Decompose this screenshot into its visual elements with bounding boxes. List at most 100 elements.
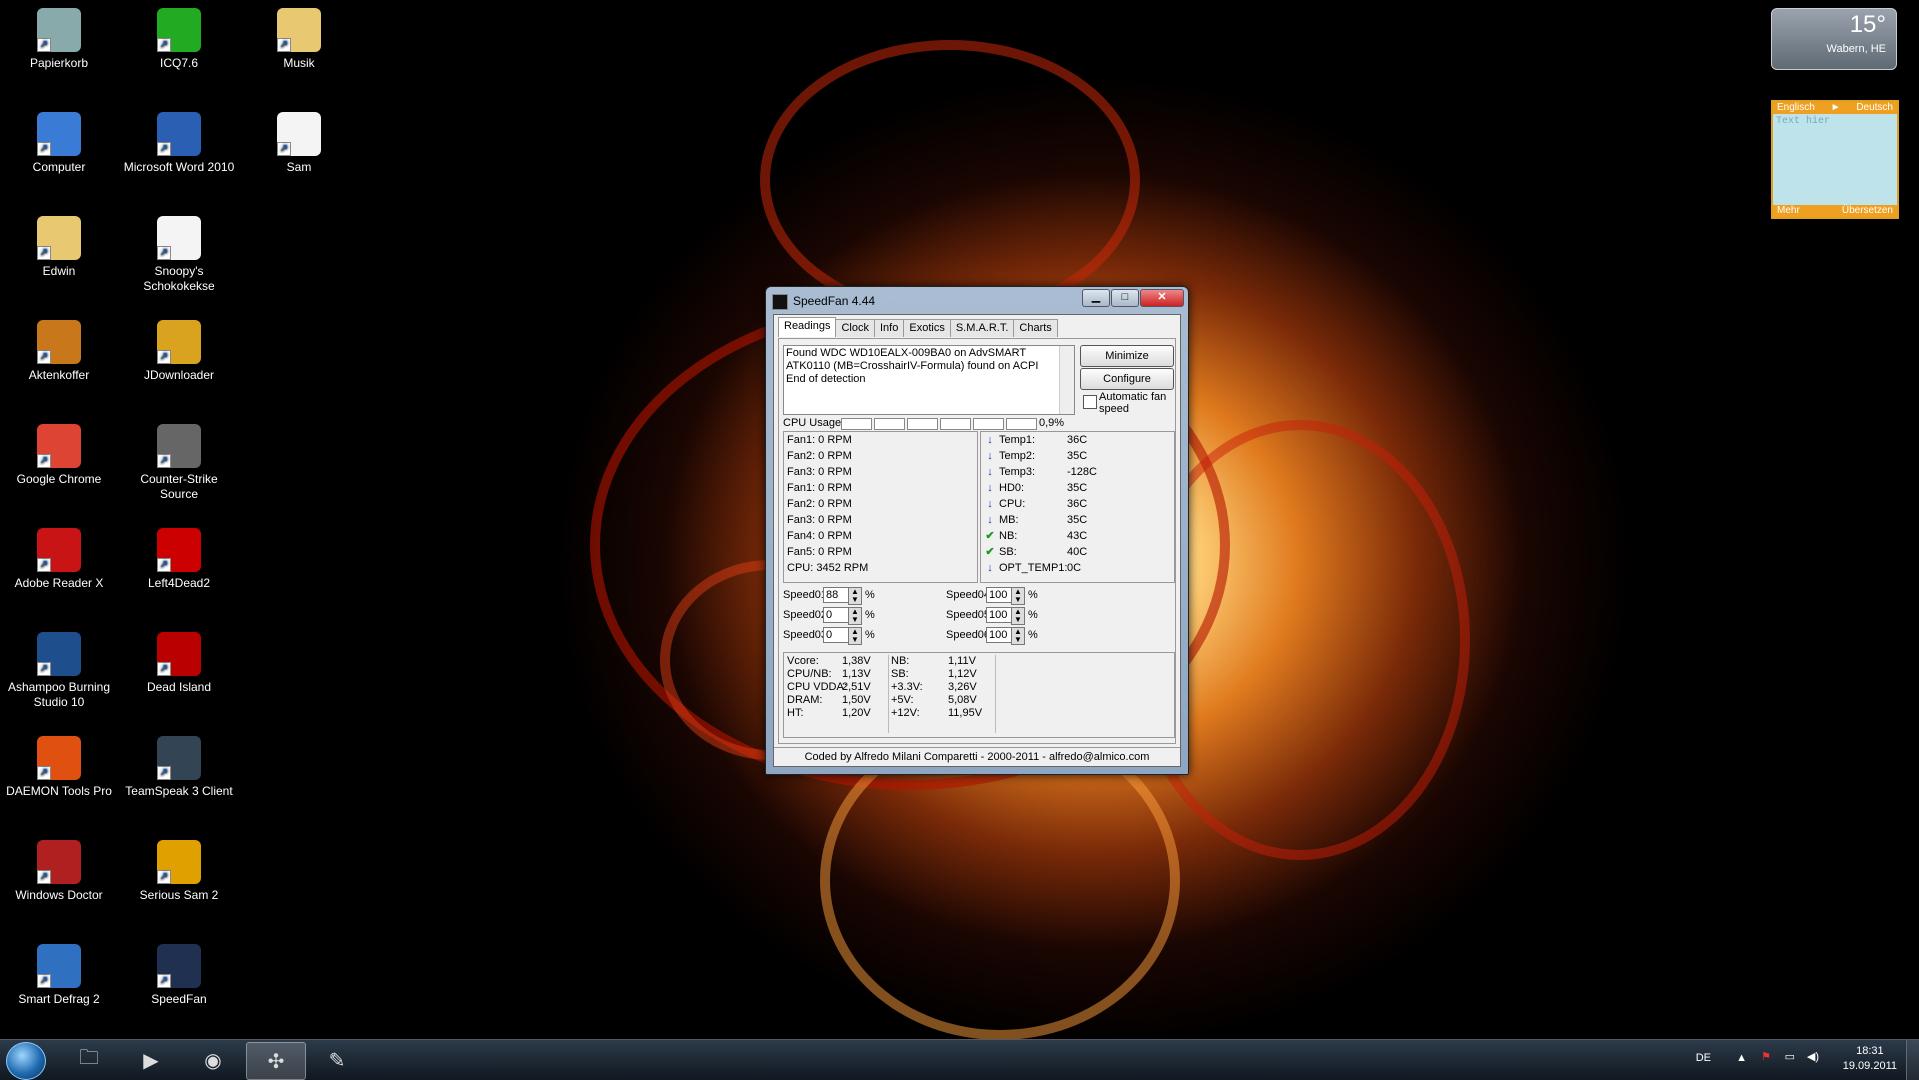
taskbar-chrome-button[interactable]: ◉ (184, 1042, 242, 1078)
minimize-button[interactable]: Minimize (1080, 345, 1174, 367)
desktop-icon[interactable]: ↗ SpeedFan (120, 938, 238, 1007)
translator-from[interactable]: Englisch (1777, 102, 1815, 114)
desktop-icon[interactable]: ↗ Left4Dead2 (120, 522, 238, 591)
minimize-window-button[interactable]: ▁ (1082, 289, 1110, 307)
desktop-icon[interactable]: ↗ Aktenkoffer (0, 314, 118, 383)
tab-clock[interactable]: Clock (835, 319, 875, 337)
tab-smart[interactable]: S.M.A.R.T. (949, 319, 1015, 337)
user-folder-icon: ↗ (37, 216, 81, 260)
speed-spinner[interactable]: ▲ ▼ (1011, 587, 1025, 605)
speed-control: Speed03: 0 ▲ ▼% (783, 625, 903, 645)
volume-icon[interactable]: ◀) (1807, 1050, 1819, 1063)
configure-button[interactable]: Configure (1080, 368, 1174, 390)
speed-spinner[interactable]: ▲ ▼ (848, 587, 862, 605)
desktop-icon[interactable]: ↗ ICQ7.6 (120, 2, 238, 71)
smart-defrag-icon: ↗ (37, 944, 81, 988)
taskbar-explorer-button[interactable]: 🗀 (60, 1042, 118, 1078)
action-center-icon[interactable]: ⚑ (1761, 1050, 1771, 1063)
speed-spinner[interactable]: ▲ ▼ (848, 627, 862, 645)
automatic-fan-speed-checkbox[interactable] (1083, 395, 1097, 409)
desktop-icon[interactable]: ↗ Google Chrome (0, 418, 118, 487)
desktop-icon[interactable]: ↗ JDownloader (120, 314, 238, 383)
show-desktop-button[interactable] (1906, 1040, 1919, 1080)
translator-more-link[interactable]: Mehr (1777, 205, 1800, 217)
translator-gadget[interactable]: Englisch ► Deutsch Text hier Mehr Überse… (1771, 100, 1899, 219)
translator-translate-button[interactable]: Übersetzen (1842, 205, 1893, 217)
down-arrow-icon: ↓ (987, 514, 993, 526)
translator-language-bar[interactable]: Englisch ► Deutsch (1773, 102, 1897, 114)
voltage-value: 11,95V (948, 707, 983, 719)
taskbar-paint-button[interactable]: ✎ (308, 1042, 366, 1078)
desktop-icon[interactable]: ↗ Papierkorb (0, 2, 118, 71)
clock[interactable]: 18:31 19.09.2011 (1843, 1044, 1897, 1074)
desktop-icon[interactable]: ↗ Ashampoo Burning Studio 10 (0, 626, 118, 710)
shortcut-arrow-icon: ↗ (37, 350, 51, 364)
paint-icon: ✎ (328, 1049, 346, 1072)
desktop-icon-label: Left4Dead2 (147, 576, 211, 590)
speedfan-window[interactable]: SpeedFan 4.44 ▁ □ ✕ Readings Clock Info Exo… (765, 286, 1189, 775)
log-line: End of detection (786, 373, 866, 385)
desktop-icon-label: Musik (283, 56, 315, 70)
log-scrollbar[interactable] (1059, 346, 1074, 414)
desktop-icon[interactable]: ↗ Dead Island (120, 626, 238, 695)
maximize-window-button[interactable]: □ (1111, 289, 1139, 307)
desktop-icon[interactable]: ↗ TeamSpeak 3 Client (120, 730, 238, 799)
fan-reading: Fan3: 0 RPM (787, 514, 852, 526)
desktop-icon[interactable]: ↗ Microsoft Word 2010 (120, 106, 238, 175)
desktop-icon[interactable]: ↗ Counter-Strike Source (120, 418, 238, 502)
tab-exotics[interactable]: Exotics (903, 319, 951, 337)
voltage-reading: Vcore: 1,38V (784, 655, 884, 668)
translator-to[interactable]: Deutsch (1856, 102, 1893, 114)
temperature-value: 0C (1067, 562, 1082, 574)
desktop-icon[interactable]: ↗ Sam (240, 106, 358, 175)
voltage-readings: Vcore: 1,38V CPU/NB: 1,13V CPU VDDA: 2,51V DRA… (783, 652, 1175, 738)
tab-info[interactable]: Info (874, 319, 905, 337)
desktop-icon[interactable]: ↗ Edwin (0, 210, 118, 279)
teamspeak-icon: ↗ (157, 736, 201, 780)
desktop-icon[interactable]: ↗ Windows Doctor (0, 834, 118, 903)
desktop-icon-label: SpeedFan (151, 992, 207, 1006)
desktop-icon[interactable]: ↗ DAEMON Tools Pro (0, 730, 118, 799)
show-hidden-icons[interactable]: ▲ (1736, 1052, 1747, 1064)
status-bar: Coded by Alfredo Milani Comparetti - 200… (774, 747, 1180, 766)
temperature-reading: ↓ HD0: 35C (981, 480, 1174, 496)
voltage-reading: DRAM: 1,50V (784, 694, 884, 707)
tab-charts[interactable]: Charts (1013, 319, 1058, 337)
language-indicator[interactable]: DE (1696, 1052, 1711, 1064)
voltage-value: 1,12V (948, 668, 977, 680)
window-controls: ▁ □ ✕ (1081, 289, 1184, 307)
shortcut-arrow-icon: ↗ (37, 558, 51, 572)
desktop-icon-label: Google Chrome (16, 472, 102, 486)
close-window-button[interactable]: ✕ (1140, 289, 1184, 307)
speed-spinner[interactable]: ▲ ▼ (1011, 627, 1025, 645)
network-icon[interactable]: ▭ (1785, 1050, 1795, 1063)
temperature-reading: ↓ CPU: 36C (981, 496, 1174, 512)
desktop-icon[interactable]: ↗ Smart Defrag 2 (0, 938, 118, 1007)
start-button[interactable] (6, 1042, 46, 1080)
desktop-icon[interactable]: ↗ Snoopy's Schokokekse (120, 210, 238, 294)
taskbar-media-player-button[interactable]: ▶ (122, 1042, 180, 1078)
speed-control: Speed02: 0 ▲ ▼% (783, 605, 903, 625)
window-titlebar[interactable]: SpeedFan 4.44 (772, 291, 875, 311)
translator-arrow: ► (1830, 102, 1841, 113)
desktop-icon[interactable]: ↗ Adobe Reader X (0, 522, 118, 591)
voltage-value: 2,51V (842, 681, 871, 693)
desktop-icon[interactable]: ↗ Serious Sam 2 (120, 834, 238, 903)
fan-reading: CPU: 3452 RPM (787, 562, 869, 574)
window-client: Readings Clock Info Exotics S.M.A.R.T. Charts… (773, 314, 1181, 767)
desktop-icon[interactable]: ↗ Computer (0, 106, 118, 175)
clock-date: 19.09.2011 (1842, 1060, 1897, 1072)
taskbar-speedfan-button[interactable]: ✣ (246, 1042, 306, 1080)
briefcase-icon: ↗ (37, 320, 81, 364)
weather-gadget[interactable]: 15° Wabern, HE (1771, 8, 1897, 70)
speed-spinner[interactable]: ▲ ▼ (848, 607, 862, 625)
desktop-icon[interactable]: ↗ Musik (240, 2, 358, 71)
shortcut-arrow-icon: ↗ (157, 142, 171, 156)
voltage-name: Vcore: (787, 655, 819, 667)
speed-control: Speed05: 100 ▲ ▼% (946, 605, 1066, 625)
tab-readings[interactable]: Readings (778, 317, 837, 337)
translator-input[interactable]: Text hier (1773, 114, 1897, 129)
detection-log[interactable]: Found WDC WD10EALX-009BA0 on AdvSMART ATK… (783, 345, 1075, 415)
speed-spinner[interactable]: ▲ ▼ (1011, 607, 1025, 625)
desktop-icon-label: Papierkorb (29, 56, 89, 70)
